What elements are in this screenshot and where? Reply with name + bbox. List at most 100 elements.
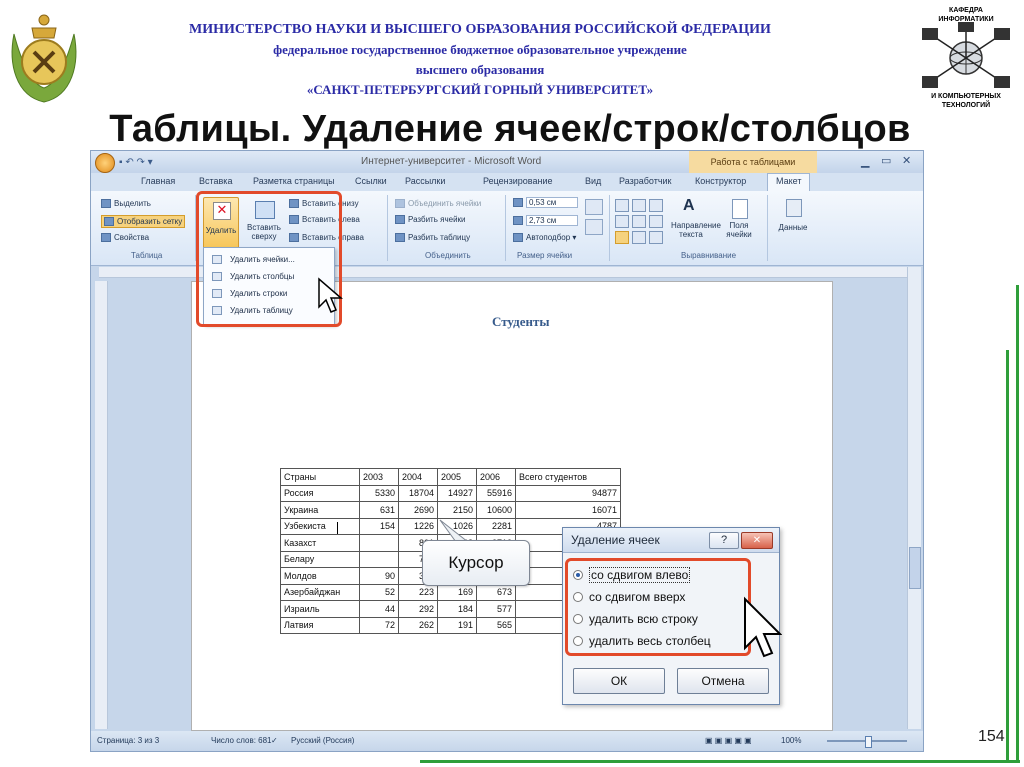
table-cell[interactable]: Латвия [280, 616, 360, 634]
table-cell[interactable]: 44 [359, 600, 399, 618]
zoom-thumb[interactable] [865, 736, 872, 748]
table-cell[interactable]: 577 [476, 600, 516, 618]
table-cell[interactable] [359, 534, 399, 552]
status-words[interactable]: Число слов: 681 [211, 736, 271, 745]
show-grid-label: Отобразить сетку [117, 217, 183, 226]
column-width-field[interactable]: 2,73 см [513, 215, 578, 226]
table-cell[interactable]: Молдов [280, 567, 360, 585]
merge-cells-button[interactable]: Объединить ячейки [395, 199, 481, 209]
vertical-scrollbar[interactable] [907, 267, 921, 729]
quick-access-toolbar[interactable]: ▪ ↶ ↷ ▾ [119, 157, 153, 168]
spellcheck-icon[interactable]: ✓ [271, 736, 278, 745]
row-height-field[interactable]: 0,53 см [513, 197, 578, 208]
table-cell[interactable]: 565 [476, 616, 516, 634]
tab-review[interactable]: Рецензирование [483, 176, 553, 186]
ok-button[interactable]: ОК [573, 668, 665, 694]
distribute-buttons[interactable] [585, 199, 603, 239]
table-cell[interactable]: 94877 [515, 484, 621, 502]
cell-margins-button[interactable]: Поля ячейки [721, 197, 757, 247]
view-buttons[interactable]: ▣ ▣ ▣ ▣ ▣ [705, 736, 752, 745]
table-cell[interactable]: 2281 [476, 517, 516, 535]
tab-home[interactable]: Главная [141, 176, 175, 186]
office-button[interactable] [95, 153, 115, 173]
table-cell[interactable]: 10600 [476, 501, 516, 519]
zoom-level[interactable]: 100% [781, 736, 801, 745]
table-header-cell[interactable]: Всего студентов [515, 468, 621, 486]
table-cell[interactable]: 262 [398, 616, 438, 634]
minimize-button[interactable]: ▁ [861, 155, 869, 168]
table-cell[interactable]: 5330 [359, 484, 399, 502]
dialog-help-button[interactable]: ? [709, 532, 739, 549]
table-cell[interactable]: 52 [359, 583, 399, 601]
text-direction-icon: A [683, 197, 695, 214]
split-table-button[interactable]: Разбить таблицу [395, 233, 470, 243]
tab-layout[interactable]: Макет [767, 173, 811, 191]
zoom-slider[interactable] [827, 736, 907, 748]
ribbon-separator [505, 195, 506, 261]
table-cell[interactable]: 2150 [437, 501, 477, 519]
column-width-icon [513, 216, 523, 226]
table-header-cell[interactable]: 2003 [359, 468, 399, 486]
vertical-ruler[interactable] [95, 281, 108, 729]
close-window-button[interactable]: ✕ [902, 154, 911, 167]
tab-developer[interactable]: Разработчик [619, 176, 671, 186]
table-cell[interactable]: Белару [280, 550, 360, 568]
tab-mailings[interactable]: Рассылки [405, 176, 445, 186]
alignment-group-label: Выравнивание [681, 251, 737, 260]
university-line: «САНКТ-ПЕТЕРБУРГСКИЙ ГОРНЫЙ УНИВЕРСИТЕТ» [306, 82, 654, 97]
table-cell[interactable]: 223 [398, 583, 438, 601]
table-cell[interactable]: 55916 [476, 484, 516, 502]
tab-page-layout[interactable]: Разметка страницы [253, 176, 335, 186]
table-cell[interactable]: Казахст [280, 534, 360, 552]
alignment-grid[interactable] [615, 199, 667, 245]
show-grid-button[interactable]: Отобразить сетку [101, 215, 186, 229]
table-cell[interactable]: 673 [476, 583, 516, 601]
table-cell[interactable]: Россия [280, 484, 360, 502]
table-header-cell[interactable]: 2004 [398, 468, 438, 486]
properties-button[interactable]: Свойства [101, 233, 149, 243]
status-page[interactable]: Страница: 3 из 3 [97, 736, 159, 745]
frame-line-right-outer [1016, 285, 1019, 761]
table-cell[interactable]: Израиль [280, 600, 360, 618]
table-cell[interactable] [359, 550, 399, 568]
tab-view[interactable]: Вид [585, 176, 601, 186]
table-cell[interactable]: Азербайджан [280, 583, 360, 601]
text-direction-button[interactable]: A Направление текста [671, 197, 721, 247]
table-cell[interactable]: Узбекиста [280, 517, 360, 535]
tab-insert[interactable]: Вставка [199, 176, 232, 186]
table-cell[interactable]: 184 [437, 600, 477, 618]
cursor-callout: Курсор [422, 540, 530, 586]
select-button[interactable]: Выделить [101, 199, 151, 209]
table-header-cell[interactable]: Страны [280, 468, 360, 486]
autofit-button[interactable]: Автоподбор ▾ [513, 233, 576, 243]
table-cell[interactable]: 16071 [515, 501, 621, 519]
table-row: Украина 631 2690 2150 10600 16071 [280, 501, 621, 519]
table-cell[interactable]: 72 [359, 616, 399, 634]
table-cell[interactable]: 292 [398, 600, 438, 618]
table-cell[interactable]: 2690 [398, 501, 438, 519]
table-header-cell[interactable]: 2006 [476, 468, 516, 486]
tab-design[interactable]: Конструктор [695, 176, 746, 186]
table-cell[interactable]: Украина [280, 501, 360, 519]
table-cell[interactable]: 631 [359, 501, 399, 519]
tab-references[interactable]: Ссылки [355, 176, 387, 186]
cell-margins-icon [732, 199, 748, 219]
select-icon [101, 199, 111, 209]
table-cell[interactable]: 191 [437, 616, 477, 634]
scroll-thumb[interactable] [909, 547, 921, 589]
status-language[interactable]: Русский (Россия) [291, 736, 354, 745]
table-header-cell[interactable]: 2005 [437, 468, 477, 486]
split-cells-button[interactable]: Разбить ячейки [395, 215, 466, 225]
table-cell[interactable]: 169 [437, 583, 477, 601]
department-logo: КАФЕДРА ИНФОРМАТИКИ И КОМПЬЮТЕРНЫХ ТЕХНО… [912, 2, 1020, 110]
table-cell[interactable]: 14927 [437, 484, 477, 502]
ribbon-separator [609, 195, 610, 261]
table-cell[interactable]: 90 [359, 567, 399, 585]
table-cell[interactable]: 154 [359, 517, 399, 535]
data-button[interactable]: Данные [775, 197, 811, 247]
table-cell[interactable]: 18704 [398, 484, 438, 502]
dialog-close-button[interactable]: ✕ [741, 532, 773, 549]
maximize-button[interactable]: ▭ [881, 154, 891, 167]
slide-title: Таблицы. Удаление ячеек/строк/столбцов [109, 108, 911, 150]
cancel-button[interactable]: Отмена [677, 668, 769, 694]
